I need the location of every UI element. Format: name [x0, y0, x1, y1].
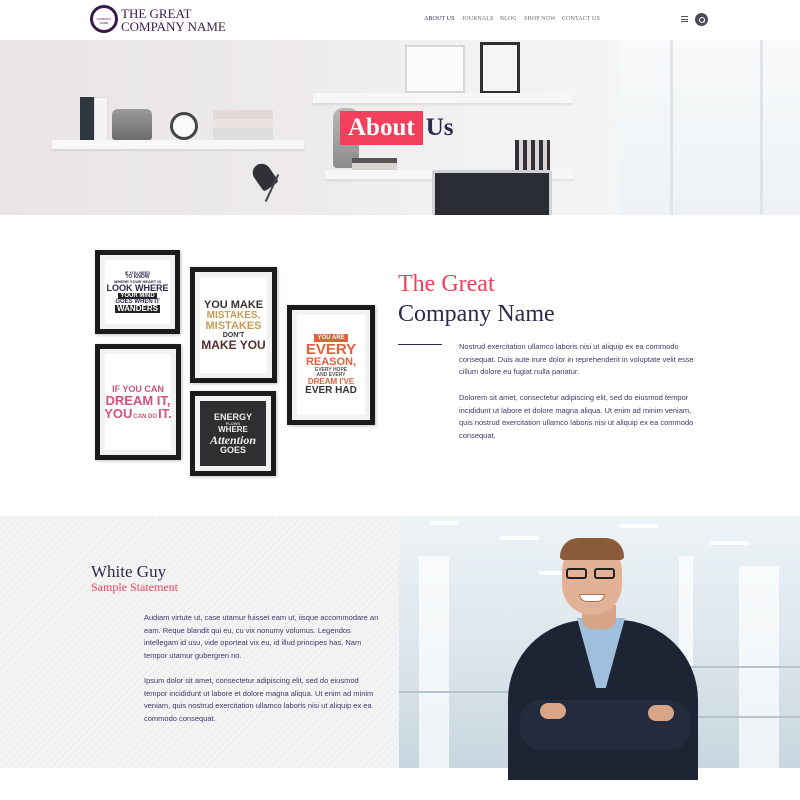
- person-smile: [579, 594, 605, 602]
- binder-image: [94, 97, 108, 141]
- poster-1: IF YOU NEED TO KNOW WHERE YOUR HEART IS …: [95, 250, 180, 334]
- monitor-image: [432, 170, 552, 215]
- search-icon[interactable]: [695, 13, 708, 26]
- hero-window-image: [620, 40, 800, 215]
- books-image: [515, 140, 550, 170]
- poster-text: GOES: [219, 444, 246, 455]
- about-paragraph-1: Nostrud exercitation ullamco laboris nis…: [459, 342, 694, 376]
- poster-text: CAN DO: [133, 413, 158, 420]
- person-hand: [540, 703, 566, 719]
- nav-blog[interactable]: BLOG: [500, 16, 517, 22]
- poster-text: DREAM IT,: [105, 392, 171, 408]
- nav-contact-us[interactable]: CONTACT US: [562, 16, 600, 22]
- wall-frame-image: [480, 42, 520, 94]
- poster-text: EVERY: [305, 341, 357, 358]
- logo-ring-icon: COMPANY NAME: [90, 5, 118, 33]
- about-paragraph-2: Dolorem sit amet, consectetur adipiscing…: [459, 393, 694, 440]
- company-title-line1: The Great: [398, 271, 495, 297]
- poster-text: MAKE YOU: [201, 337, 266, 352]
- team-member-name: White Guy: [91, 562, 167, 581]
- poster-text: YOU MAKE: [203, 298, 264, 311]
- books-image: [213, 110, 273, 140]
- shelf-image: [52, 140, 304, 149]
- poster-gallery: IF YOU NEED TO KNOW WHERE YOUR HEART IS …: [95, 250, 377, 478]
- poster-text: MISTAKES,: [206, 309, 261, 321]
- clock-image: [170, 112, 198, 140]
- hero-title: About Us: [340, 111, 453, 145]
- wall-frame-image: [405, 45, 465, 93]
- poster-text: IT.: [158, 405, 172, 421]
- hero-title-highlight: About: [340, 111, 423, 145]
- shelf-image: [313, 93, 573, 103]
- company-title-line2: Company Name: [398, 301, 555, 327]
- poster-text: EVER HAD: [305, 385, 357, 396]
- title-divider: [398, 344, 442, 345]
- poster-text: Attention: [209, 432, 256, 447]
- books-image: [352, 158, 397, 170]
- poster-3: YOU ARE EVERY REASON, EVERY HOPE AND EVE…: [287, 305, 375, 425]
- nav-journals[interactable]: JOURNALS: [462, 16, 493, 22]
- site-header: COMPANY NAME THE GREAT COMPANY NAME ABOU…: [0, 0, 800, 40]
- person-hand: [648, 705, 674, 721]
- team-paragraph-1: Audiam virtute ut, case utamur fuisset e…: [144, 613, 379, 660]
- vase-image: [112, 109, 152, 140]
- binder-image: [80, 97, 94, 141]
- team-paragraph-2: Ipsum dolor sit amet, consectetur adipis…: [144, 676, 374, 723]
- hero-title-rest: Us: [425, 114, 454, 141]
- nav-shop-now[interactable]: SHOP NOW: [524, 16, 556, 22]
- poster-text: LOOK WHERE: [106, 283, 169, 293]
- poster-2: YOU MAKE MISTAKES, MISTAKES DON'T MAKE Y…: [190, 267, 277, 383]
- poster-4: IF YOU CAN DREAM IT, YOU CAN DO IT.: [95, 344, 181, 460]
- desk-lamp-image: [247, 160, 292, 203]
- team-member-subtitle: Sample Statement: [91, 580, 178, 594]
- poster-text: MISTAKES: [205, 319, 262, 332]
- logo-text-line2: COMPANY NAME: [121, 19, 226, 34]
- poster-text: WANDERS: [115, 304, 160, 313]
- logo-ring-text: COMPANY NAME: [96, 17, 112, 25]
- person-hair: [560, 538, 624, 560]
- menu-icon[interactable]: [681, 16, 688, 22]
- nav-about-us[interactable]: ABOUT US: [424, 16, 455, 22]
- glasses-icon: [566, 568, 618, 580]
- poster-text: YOU: [104, 405, 133, 421]
- poster-5: ENERGY FLOWS WHERE Attention GOES: [190, 391, 276, 476]
- company-logo[interactable]: COMPANY NAME THE GREAT COMPANY NAME: [90, 4, 230, 36]
